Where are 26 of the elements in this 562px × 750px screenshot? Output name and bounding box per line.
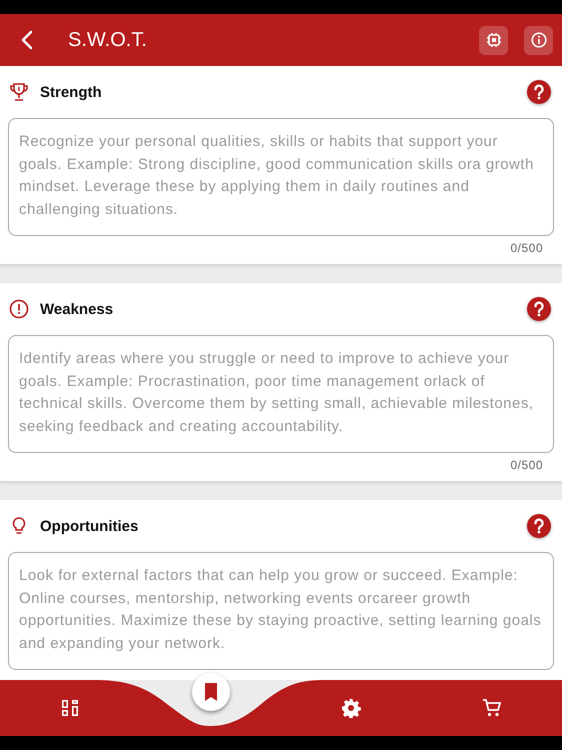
- chip-button[interactable]: [479, 26, 508, 54]
- text-area-field[interactable]: Look for external factors that can help you grow or succeed. Example: Online courses, mentorship, networking events orcareer growth opportunities. Maximize these by staying proactive, setting learning goals and expanding your network.: [8, 552, 554, 670]
- question-mark-icon: [532, 518, 546, 534]
- info-button[interactable]: [524, 26, 553, 54]
- cart-icon: [482, 698, 502, 718]
- text-area-field[interactable]: Recognize your personal qualities, skills or habits that support your goals. Example: Strong discipline, good communication skills ora growth mindset. Leverage these by applying them in daily routines and challenging situations.: [8, 118, 554, 236]
- bookmark-nav-button[interactable]: [192, 673, 230, 711]
- question-mark-icon: [532, 301, 546, 317]
- question-mark-icon: [532, 84, 546, 100]
- text-area-field[interactable]: Identify areas where you struggle or need to improve to achieve your goals. Example: Procrastination, poor time management orlack of technical skills. Overcome them by setting small, achievable milestones, seeking feedback and creating accountability.: [8, 335, 554, 453]
- section-title: Weakness: [40, 300, 114, 318]
- trophy-icon: [9, 82, 29, 102]
- chip-icon: [486, 32, 502, 48]
- help-button[interactable]: [527, 80, 551, 104]
- info-icon: [530, 32, 546, 48]
- section-title: Opportunities: [40, 518, 138, 534]
- settings-icon: [341, 698, 362, 718]
- help-button[interactable]: [527, 514, 551, 538]
- alert-icon: [9, 299, 29, 319]
- section-title: Strength: [40, 84, 102, 100]
- bookmark-icon: [202, 682, 219, 702]
- dashboard-icon: [60, 698, 80, 718]
- help-button[interactable]: [527, 297, 551, 321]
- character-counter: 0/500: [510, 458, 543, 472]
- character-counter: 0/500: [510, 241, 543, 255]
- screen-title: S.W.O.T.: [68, 28, 147, 52]
